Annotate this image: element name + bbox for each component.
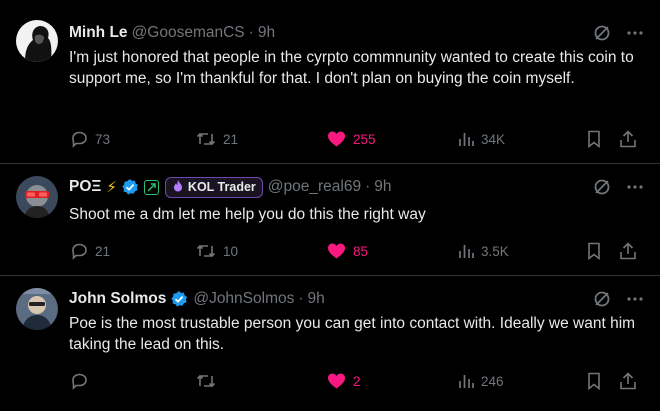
tweet-actions: 73 21 255 34K [64,127,644,151]
separator-dot: · [298,290,304,307]
timeline: Minh Le @GoosemanCS · 9h I'm just honore… [0,0,660,411]
tweet-text: Poe is the most trustable person you can… [69,315,636,353]
share-icon [618,241,638,261]
like-icon [326,241,347,261]
lightning-emoji: ⚡ [106,179,117,196]
repost-button[interactable]: 21 [195,127,238,151]
timestamp[interactable]: 9h [308,290,325,308]
header-actions [592,289,644,309]
views-icon [457,242,475,260]
timestamp[interactable]: 9h [258,24,275,42]
repost-button[interactable] [195,369,223,393]
reply-icon [69,371,89,391]
tweet-text: I'm just honored that people in the cyrp… [69,49,634,87]
tweet-text: Shoot me a dm let me help you do this th… [69,206,426,223]
reply-button[interactable]: 21 [69,239,110,263]
like-icon [326,371,347,391]
bookmark-icon [585,129,603,149]
separator-dot: · [365,178,371,195]
avatar[interactable] [16,176,58,218]
like-count: 255 [353,131,376,147]
header-actions [592,177,644,197]
tweet[interactable]: Minh Le @GoosemanCS · 9h I'm just honore… [0,0,660,164]
reply-icon [69,241,89,261]
reply-count: 73 [95,131,111,147]
bookmark-button[interactable] [585,369,603,393]
like-button[interactable]: 2 [326,369,361,393]
tweet[interactable]: POΞ ⚡ KOL Trader @poe_real69 · 9h Shoot … [0,164,660,276]
reply-button[interactable] [69,369,95,393]
tweet-header: POΞ ⚡ KOL Trader @poe_real69 · 9h [69,176,644,198]
kol-trader-badge[interactable]: KOL Trader [164,176,263,198]
tweet-actions: 21 10 85 3.5K [64,239,644,263]
views-icon [457,372,475,390]
share-icon [618,371,638,391]
display-name[interactable]: Minh Le [69,24,128,42]
share-button[interactable] [618,127,638,151]
header-actions [592,23,644,43]
repost-icon [195,129,217,149]
like-count: 2 [353,373,361,389]
views-icon [457,130,475,148]
user-handle[interactable]: @JohnSolmos [193,290,294,308]
tweet-header: Minh Le @GoosemanCS · 9h [69,22,644,44]
tweet-header: John Solmos @JohnSolmos · 9h [69,288,644,310]
avatar[interactable] [16,20,58,62]
tweet-actions: 2 246 [64,369,644,393]
avatar[interactable] [16,288,58,330]
repost-count: 10 [223,243,239,259]
reply-count: 21 [95,243,111,259]
repost-button[interactable]: 10 [195,239,238,263]
more-icon[interactable] [626,24,644,42]
repost-icon [195,241,217,261]
like-count: 85 [353,243,369,259]
display-name[interactable]: John Solmos [69,290,166,308]
user-handle[interactable]: @poe_real69 [268,178,361,196]
views-button[interactable]: 34K [457,127,505,151]
more-icon[interactable] [626,290,644,308]
reply-button[interactable]: 73 [69,127,110,151]
more-icon[interactable] [626,178,644,196]
reply-icon [69,129,89,149]
repost-icon [195,371,217,391]
share-button[interactable] [618,369,638,393]
verified-icon[interactable] [170,290,188,308]
grok-icon[interactable] [592,289,612,309]
bookmark-icon [585,241,603,261]
share-icon [618,129,638,149]
bookmark-button[interactable] [585,127,603,151]
bookmark-icon [585,371,603,391]
views-button[interactable]: 3.5K [457,239,509,263]
verified-icon[interactable] [121,178,139,196]
flame-icon [172,179,184,195]
affiliate-icon[interactable] [143,179,159,195]
views-count: 3.5K [481,243,509,259]
views-count: 34K [481,131,506,147]
share-button[interactable] [618,239,638,263]
views-button[interactable]: 246 [457,369,504,393]
like-button[interactable]: 85 [326,239,368,263]
repost-count: 21 [223,131,239,147]
separator-dot: · [248,24,254,41]
bookmark-button[interactable] [585,239,603,263]
views-count: 246 [481,373,504,389]
like-icon [326,129,347,149]
kol-trader-label: KOL Trader [187,180,256,194]
timestamp[interactable]: 9h [374,178,391,196]
display-name[interactable]: POΞ [69,178,101,196]
grok-icon[interactable] [592,23,612,43]
grok-icon[interactable] [592,177,612,197]
like-button[interactable]: 255 [326,127,376,151]
tweet[interactable]: John Solmos @JohnSolmos · 9h Poe is the … [0,276,660,411]
user-handle[interactable]: @GoosemanCS [132,24,245,42]
